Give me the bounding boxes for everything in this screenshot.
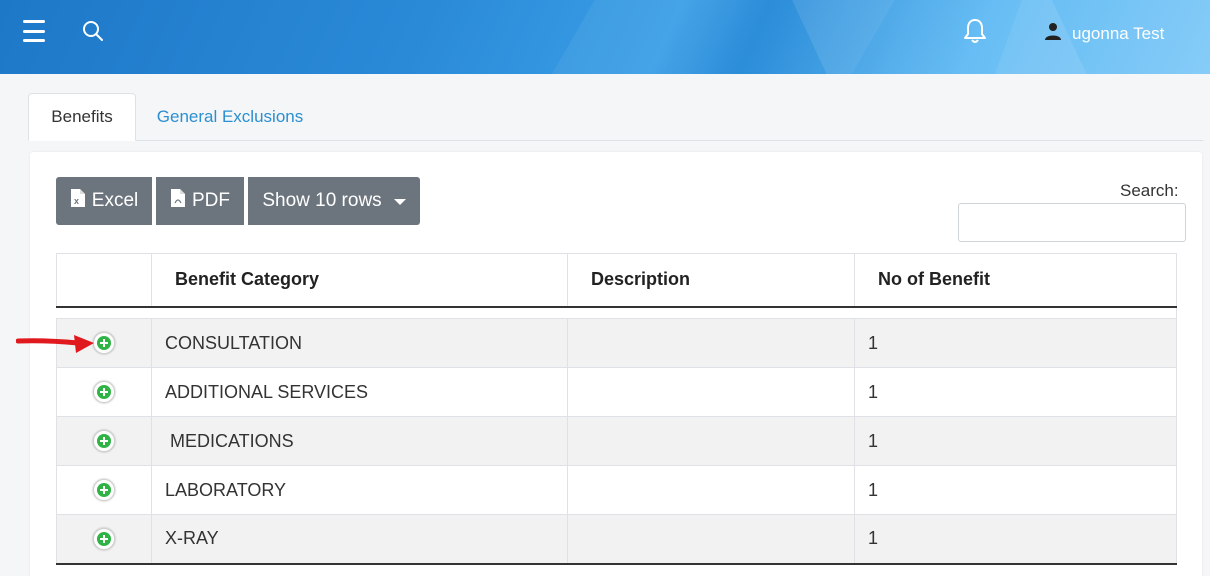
show-rows-dropdown[interactable]: Show 10 rows [248, 177, 420, 225]
table-search-input[interactable] [958, 203, 1186, 242]
description-cell [567, 416, 855, 466]
expand-plus-icon[interactable] [93, 332, 115, 355]
pdf-file-icon [170, 188, 186, 214]
red-arrow-icon [16, 335, 94, 353]
top-navbar: ugonna Test [0, 0, 1210, 74]
excel-label: Excel [91, 190, 139, 211]
header-no-of-benefit[interactable]: No of Benefit [854, 253, 1177, 308]
header-description[interactable]: Description [567, 253, 855, 308]
excel-file-icon: x [70, 188, 86, 214]
table-row[interactable]: CONSULTATION 1 [56, 318, 1177, 368]
show-rows-label: Show 10 rows [262, 190, 382, 211]
description-cell [567, 367, 855, 417]
user-name: ugonna Test [1072, 23, 1165, 43]
tab-benefits[interactable]: Benefits [28, 93, 136, 141]
menu-icon[interactable] [22, 20, 46, 42]
caret-down-icon [393, 199, 406, 205]
table-row[interactable]: ADDITIONAL SERVICES 1 [56, 367, 1177, 417]
expand-cell[interactable] [56, 367, 152, 417]
excel-export-button[interactable]: x Excel [56, 177, 152, 225]
pdf-label: PDF [192, 190, 230, 211]
benefit-category-cell: CONSULTATION [151, 318, 568, 368]
pdf-export-button[interactable]: PDF [156, 177, 244, 225]
tab-bar: Benefits General Exclusions [28, 93, 1203, 141]
table-row[interactable]: X-RAY 1 [56, 514, 1177, 565]
table-row[interactable]: LABORATORY 1 [56, 465, 1177, 515]
description-cell [567, 514, 855, 565]
svg-text:x: x [74, 196, 79, 206]
benefit-category-cell: ADDITIONAL SERVICES [151, 367, 568, 417]
tab-general-exclusions[interactable]: General Exclusions [140, 93, 320, 141]
expand-cell[interactable] [56, 514, 152, 565]
table-header-row: Benefit Category Description No of Benef… [56, 253, 1177, 308]
header-benefit-category[interactable]: Benefit Category [151, 253, 568, 308]
search-label: Search: [1120, 181, 1179, 200]
header-control [56, 253, 152, 308]
description-cell [567, 465, 855, 515]
expand-plus-icon[interactable] [93, 527, 115, 550]
benefit-count-cell: 1 [854, 367, 1177, 417]
user-icon [1044, 22, 1062, 45]
expand-cell[interactable] [56, 465, 152, 515]
user-menu[interactable]: ugonna Test [1044, 22, 1164, 45]
table-row[interactable]: MEDICATIONS 1 [56, 416, 1177, 466]
search-icon[interactable] [80, 18, 106, 44]
benefits-table: Benefit Category Description No of Benef… [56, 253, 1177, 565]
expand-plus-icon[interactable] [93, 479, 115, 502]
bell-icon[interactable] [961, 17, 989, 45]
benefit-count-cell: 1 [854, 318, 1177, 368]
expand-cell[interactable] [56, 416, 152, 466]
benefit-count-cell: 1 [854, 514, 1177, 565]
benefit-category-cell: X-RAY [151, 514, 568, 565]
description-cell [567, 318, 855, 368]
expand-plus-icon[interactable] [93, 430, 115, 453]
benefit-category-cell: MEDICATIONS [151, 416, 568, 466]
benefit-count-cell: 1 [854, 416, 1177, 466]
expand-plus-icon[interactable] [93, 381, 115, 404]
benefit-count-cell: 1 [854, 465, 1177, 515]
benefit-category-cell: LABORATORY [151, 465, 568, 515]
